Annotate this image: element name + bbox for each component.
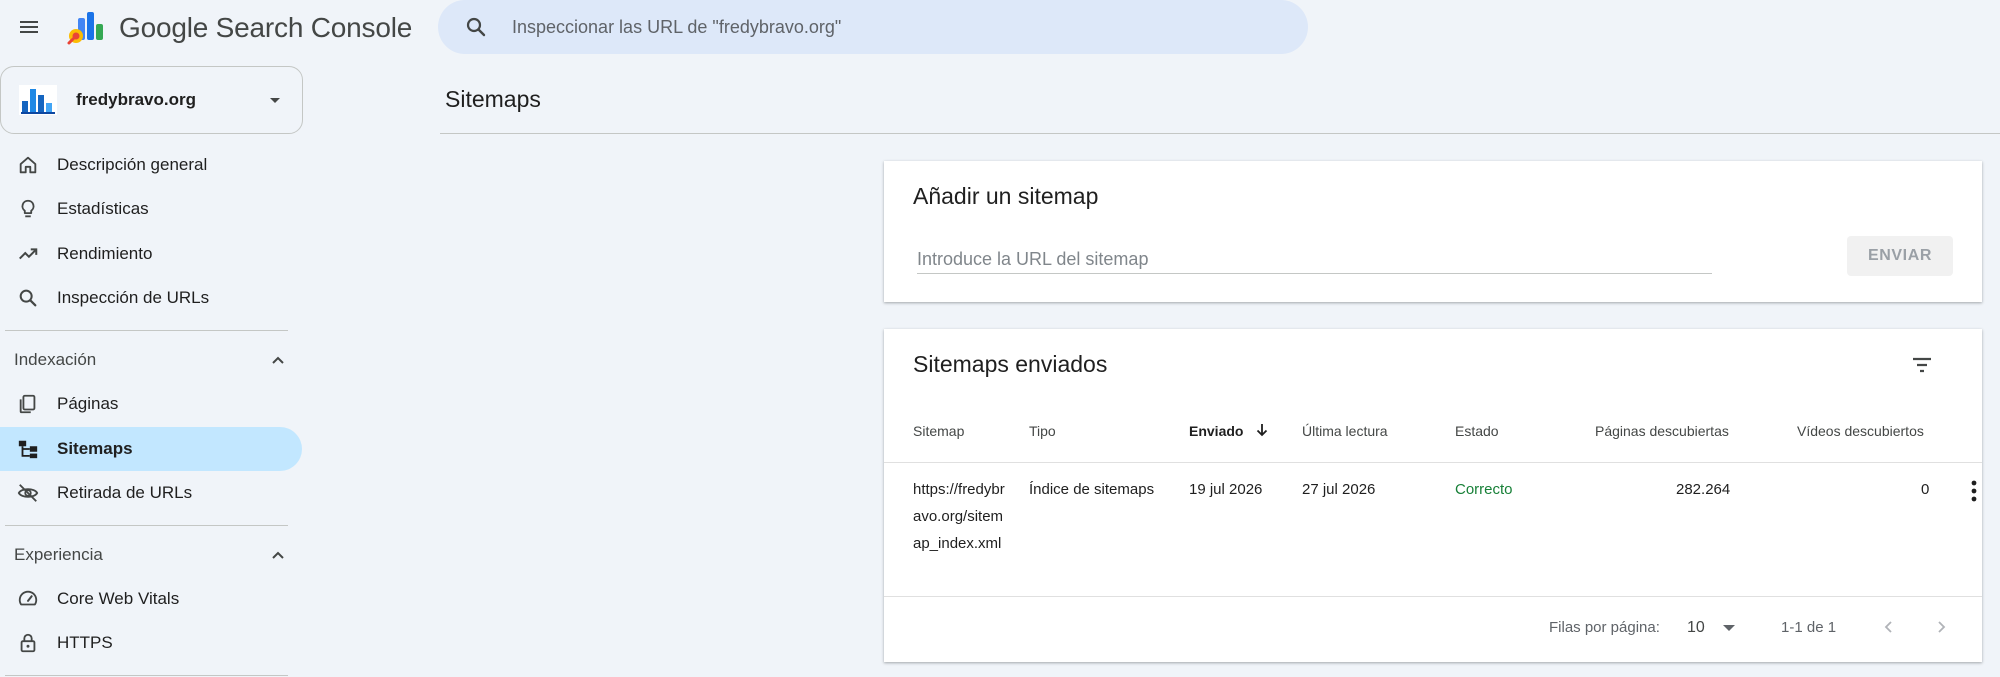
more-vert-icon xyxy=(1971,480,1977,502)
sidebar-item-https[interactable]: HTTPS xyxy=(0,621,302,665)
chevron-up-icon xyxy=(272,356,284,364)
row-actions-button[interactable] xyxy=(1966,479,1982,503)
sitemap-url-input[interactable] xyxy=(917,246,1712,274)
speedometer-icon xyxy=(16,587,40,611)
property-name: fredybravo.org xyxy=(76,90,196,109)
search-icon xyxy=(462,13,490,41)
sort-descending-icon xyxy=(1257,424,1268,437)
sidebar-item-insights[interactable]: Estadísticas xyxy=(0,187,302,231)
sitemap-icon xyxy=(16,437,40,461)
table-footer-divider xyxy=(884,596,1982,597)
sidebar-divider xyxy=(5,525,288,526)
pagination-range: 1-1 de 1 xyxy=(1781,619,1837,636)
sidebar-item-performance[interactable]: Rendimiento xyxy=(0,232,302,276)
column-header-type[interactable]: Tipo xyxy=(1029,423,1056,439)
sidebar-item-sitemaps[interactable]: Sitemaps xyxy=(0,427,302,471)
chevron-up-icon xyxy=(272,551,284,559)
table-header-divider xyxy=(884,462,1982,463)
trending-up-icon xyxy=(16,242,40,266)
sidebar-item-pages[interactable]: Páginas xyxy=(0,382,302,426)
rows-per-page-label: Filas por página: xyxy=(1549,619,1660,636)
pages-icon xyxy=(16,392,40,416)
dropdown-arrow-icon xyxy=(270,98,280,103)
sidebar-item-core-web-vitals[interactable]: Core Web Vitals xyxy=(0,577,302,621)
discovered-pages-cell: 282.264 xyxy=(1676,481,1731,498)
last-read-cell: 27 jul 2026 xyxy=(1302,481,1376,498)
column-header-sitemap[interactable]: Sitemap xyxy=(913,423,964,439)
search-input[interactable] xyxy=(512,16,1308,38)
lock-icon xyxy=(16,631,40,655)
discovered-videos-cell: 0 xyxy=(1921,481,1930,498)
page-title: Sitemaps xyxy=(445,86,541,112)
sidebar-item-overview[interactable]: Descripción general xyxy=(0,143,302,187)
column-header-status[interactable]: Estado xyxy=(1455,423,1499,439)
chevron-left-icon xyxy=(1884,621,1892,633)
sitemap-type-cell: Índice de sitemaps xyxy=(1029,481,1155,498)
property-favicon-icon xyxy=(19,85,57,115)
filter-icon xyxy=(1913,357,1931,373)
home-icon xyxy=(16,153,40,177)
section-header-experience[interactable]: Experiencia xyxy=(0,535,302,575)
filter-button[interactable] xyxy=(1906,349,1938,381)
submit-sitemap-button[interactable]: ENVIAR xyxy=(1847,236,1953,276)
column-header-discovered-videos[interactable]: Vídeos descubiertos xyxy=(1797,423,1924,439)
title-divider xyxy=(440,133,2000,134)
chevron-right-icon xyxy=(1938,621,1946,633)
search-console-logo-icon xyxy=(67,12,103,45)
add-sitemap-card: Añadir un sitemap ENVIAR xyxy=(884,161,1982,302)
sidebar-item-url-inspection[interactable]: Inspección de URLs xyxy=(0,276,302,320)
main-menu-button[interactable] xyxy=(14,12,44,42)
menu-icon xyxy=(20,21,38,33)
column-header-submitted[interactable]: Enviado xyxy=(1189,423,1269,439)
app-title: Google Search Console xyxy=(119,12,413,43)
add-sitemap-title: Añadir un sitemap xyxy=(913,183,1099,209)
next-page-button[interactable] xyxy=(1927,613,1955,641)
submitted-sitemaps-card: Sitemaps enviados Sitemap Tipo Enviado Ú… xyxy=(884,329,1982,662)
sitemap-url-cell: https://fredybravo.org/sitemap_index.xml xyxy=(913,481,1005,552)
section-header-indexing[interactable]: Indexación xyxy=(0,340,302,380)
submitted-sitemaps-title: Sitemaps enviados xyxy=(913,351,1108,377)
eye-off-icon xyxy=(16,481,40,505)
lightbulb-icon xyxy=(16,197,40,221)
url-inspection-search[interactable] xyxy=(438,0,1308,54)
dropdown-arrow-icon xyxy=(1722,625,1735,631)
sidebar-divider xyxy=(5,330,288,331)
sidebar-item-removals[interactable]: Retirada de URLs xyxy=(0,471,302,515)
property-selector[interactable]: fredybravo.org xyxy=(0,66,303,134)
previous-page-button[interactable] xyxy=(1875,613,1903,641)
submitted-date-cell: 19 jul 2026 xyxy=(1189,481,1263,498)
rows-per-page-select[interactable]: 10 xyxy=(1687,616,1743,640)
status-cell: Correcto xyxy=(1455,481,1513,498)
sidebar-divider xyxy=(5,675,288,676)
column-header-discovered-pages[interactable]: Páginas descubiertas xyxy=(1595,423,1729,439)
search-icon xyxy=(16,286,40,310)
column-header-last-read[interactable]: Última lectura xyxy=(1302,423,1388,439)
